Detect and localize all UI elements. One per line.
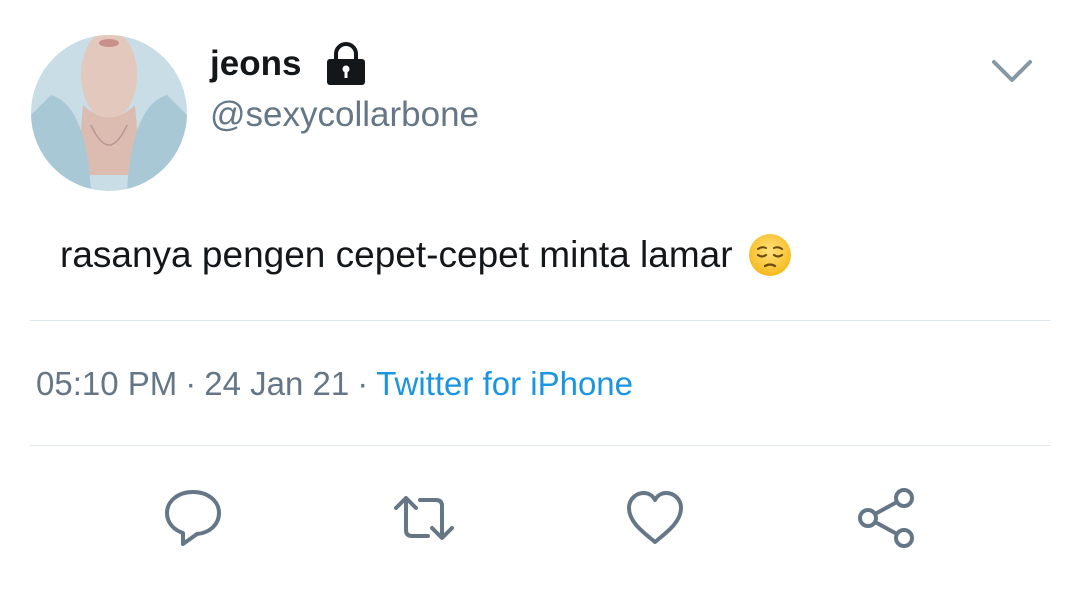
separator: · (357, 365, 369, 402)
user-handle[interactable]: @sexycollarbone (210, 94, 479, 136)
divider (30, 320, 1051, 321)
like-button[interactable] (623, 488, 687, 552)
divider (30, 445, 1051, 446)
avatar[interactable] (31, 35, 187, 191)
lock-icon (323, 40, 369, 86)
display-name[interactable]: jeons (210, 46, 301, 81)
chevron-down-icon[interactable] (990, 56, 1034, 86)
display-name-row: jeons (210, 38, 369, 88)
retweet-icon (392, 486, 456, 555)
reply-icon (161, 486, 225, 555)
share-button[interactable] (854, 486, 918, 555)
tweet-meta: 05:10 PM · 24 Jan 21 · Twitter for iPhone (36, 364, 633, 404)
tweet-text-row: rasanya pengen cepet-cepet minta lamar (60, 232, 793, 278)
share-icon (854, 486, 918, 555)
reply-button[interactable] (161, 488, 225, 552)
tweet-source-link[interactable]: Twitter for iPhone (376, 365, 633, 402)
pensive-face-emoji (747, 232, 793, 278)
tweet-date: 24 Jan 21 (204, 365, 350, 402)
heart-icon (623, 486, 687, 555)
tweet-text: rasanya pengen cepet-cepet minta lamar (60, 233, 733, 275)
tweet-time: 05:10 PM (36, 365, 178, 402)
retweet-button[interactable] (392, 488, 456, 552)
separator: · (185, 365, 197, 402)
